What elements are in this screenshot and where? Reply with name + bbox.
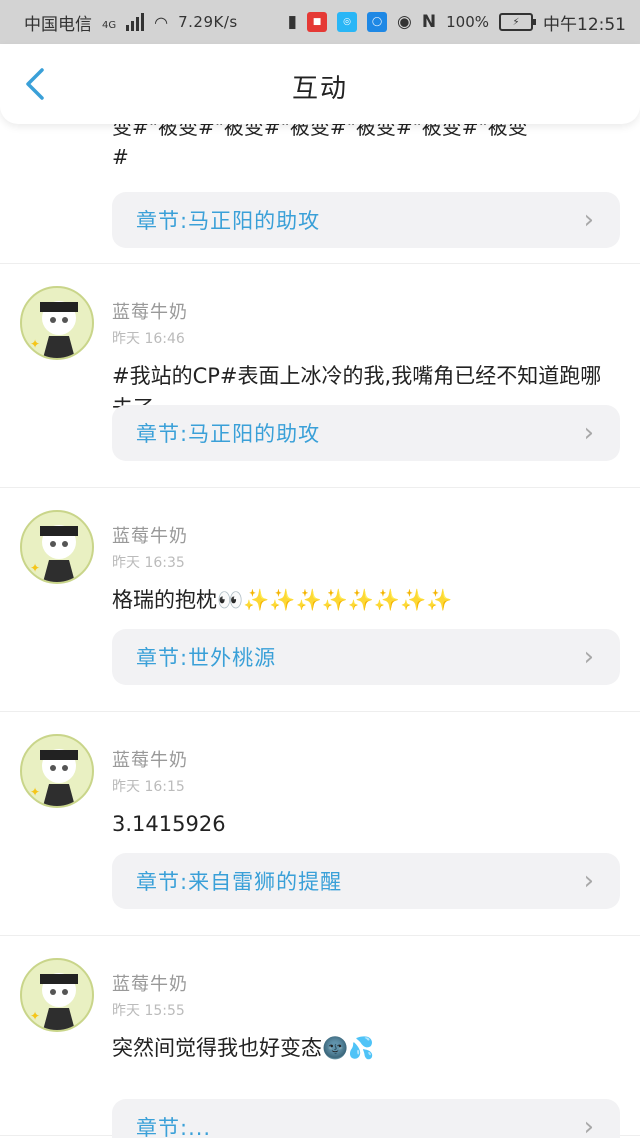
chapter-label: 章节:... bbox=[136, 1116, 212, 1138]
chapter-link[interactable]: 章节:马正阳的助攻 › bbox=[112, 405, 620, 461]
comment-feed[interactable]: 变#"被变#"被变#"被变#"被变#"被变#"被变 # 章节:马正阳的助攻 › … bbox=[0, 104, 640, 1138]
avatar[interactable]: ✦ bbox=[20, 734, 94, 808]
eye-icon: ◉ bbox=[397, 12, 412, 32]
carrier-label: 中国电信 bbox=[24, 14, 92, 35]
svg-text:✦: ✦ bbox=[30, 337, 40, 351]
username: 蓝莓牛奶 bbox=[112, 526, 188, 547]
chapter-label: 章节:马正阳的助攻 bbox=[136, 422, 321, 446]
chapter-link[interactable]: 章节:... › bbox=[112, 1099, 620, 1138]
timestamp: 昨天 16:35 bbox=[112, 555, 185, 571]
alert-icon: ▮ bbox=[287, 12, 298, 32]
battery-percent: 100% bbox=[446, 13, 489, 31]
list-item: 变#"被变#"被变#"被变#"被变#"被变#"被变 # 章节:马正阳的助攻 › bbox=[0, 104, 640, 264]
list-item: ✦ 蓝莓牛奶 昨天 16:35 格瑞的抱枕👀✨✨✨✨✨✨✨✨ 章节:世外桃源 › bbox=[0, 488, 640, 712]
chevron-right-icon: › bbox=[583, 205, 594, 235]
signal-icon bbox=[126, 13, 145, 31]
chapter-link[interactable]: 章节:马正阳的助攻 › bbox=[112, 192, 620, 248]
app-notification-icon: ■ bbox=[307, 12, 328, 32]
chevron-right-icon: › bbox=[583, 866, 594, 896]
chevron-right-icon: › bbox=[583, 418, 594, 448]
comment-text: 格瑞的抱枕👀✨✨✨✨✨✨✨✨ bbox=[112, 588, 453, 612]
app-notification-icon: ◯ bbox=[367, 12, 388, 32]
comment-text: 突然间觉得我也好变态🌚💦 bbox=[112, 1036, 375, 1060]
app-notification-icon: ◎ bbox=[337, 12, 358, 32]
list-item: ✦ 蓝莓牛奶 昨天 16:15 3.1415926 章节:来自雷狮的提醒 › bbox=[0, 712, 640, 936]
svg-text:✦: ✦ bbox=[30, 1009, 40, 1023]
timestamp: 昨天 16:46 bbox=[112, 331, 185, 347]
svg-text:✦: ✦ bbox=[30, 785, 40, 799]
svg-text:✦: ✦ bbox=[30, 561, 40, 575]
battery-icon: ⚡ bbox=[499, 13, 536, 31]
timestamp: 昨天 16:15 bbox=[112, 779, 185, 795]
wifi-icon: ◠ bbox=[154, 12, 169, 32]
chevron-right-icon: › bbox=[583, 642, 594, 672]
nfc-icon: N bbox=[421, 12, 437, 32]
chapter-link[interactable]: 章节:来自雷狮的提醒 › bbox=[112, 853, 620, 909]
avatar[interactable]: ✦ bbox=[20, 958, 94, 1032]
net-speed: 7.29K/s bbox=[178, 13, 238, 31]
clock: 中午12:51 bbox=[543, 14, 626, 35]
username: 蓝莓牛奶 bbox=[112, 974, 188, 995]
list-item: ✦ 蓝莓牛奶 昨天 15:55 突然间觉得我也好变态🌚💦 章节:... › bbox=[0, 936, 640, 1138]
avatar[interactable]: ✦ bbox=[20, 510, 94, 584]
chevron-right-icon: › bbox=[583, 1112, 594, 1138]
username: 蓝莓牛奶 bbox=[112, 750, 188, 771]
timestamp: 昨天 15:55 bbox=[112, 1003, 185, 1019]
chapter-label: 章节:马正阳的助攻 bbox=[136, 209, 321, 233]
chapter-link[interactable]: 章节:世外桃源 › bbox=[112, 629, 620, 685]
comment-text: 3.1415926 bbox=[112, 812, 226, 836]
chapter-label: 章节:世外桃源 bbox=[136, 646, 277, 670]
chapter-label: 章节:来自雷狮的提醒 bbox=[136, 870, 343, 894]
avatar[interactable]: ✦ bbox=[20, 286, 94, 360]
list-item: ✦ 蓝莓牛奶 昨天 16:46 #我站的CP#表面上冰冷的我,我嘴角已经不知道跑… bbox=[0, 264, 640, 488]
status-bar: 中国电信 4G ◠ 7.29K/s ▮ ■ ◎ ◯ ◉ N 100% ⚡ 中午1… bbox=[0, 0, 640, 44]
page-title: 互动 bbox=[291, 74, 348, 104]
username: 蓝莓牛奶 bbox=[112, 302, 188, 323]
app-header: 互动 bbox=[0, 44, 640, 124]
network-type: 4G bbox=[102, 19, 117, 31]
